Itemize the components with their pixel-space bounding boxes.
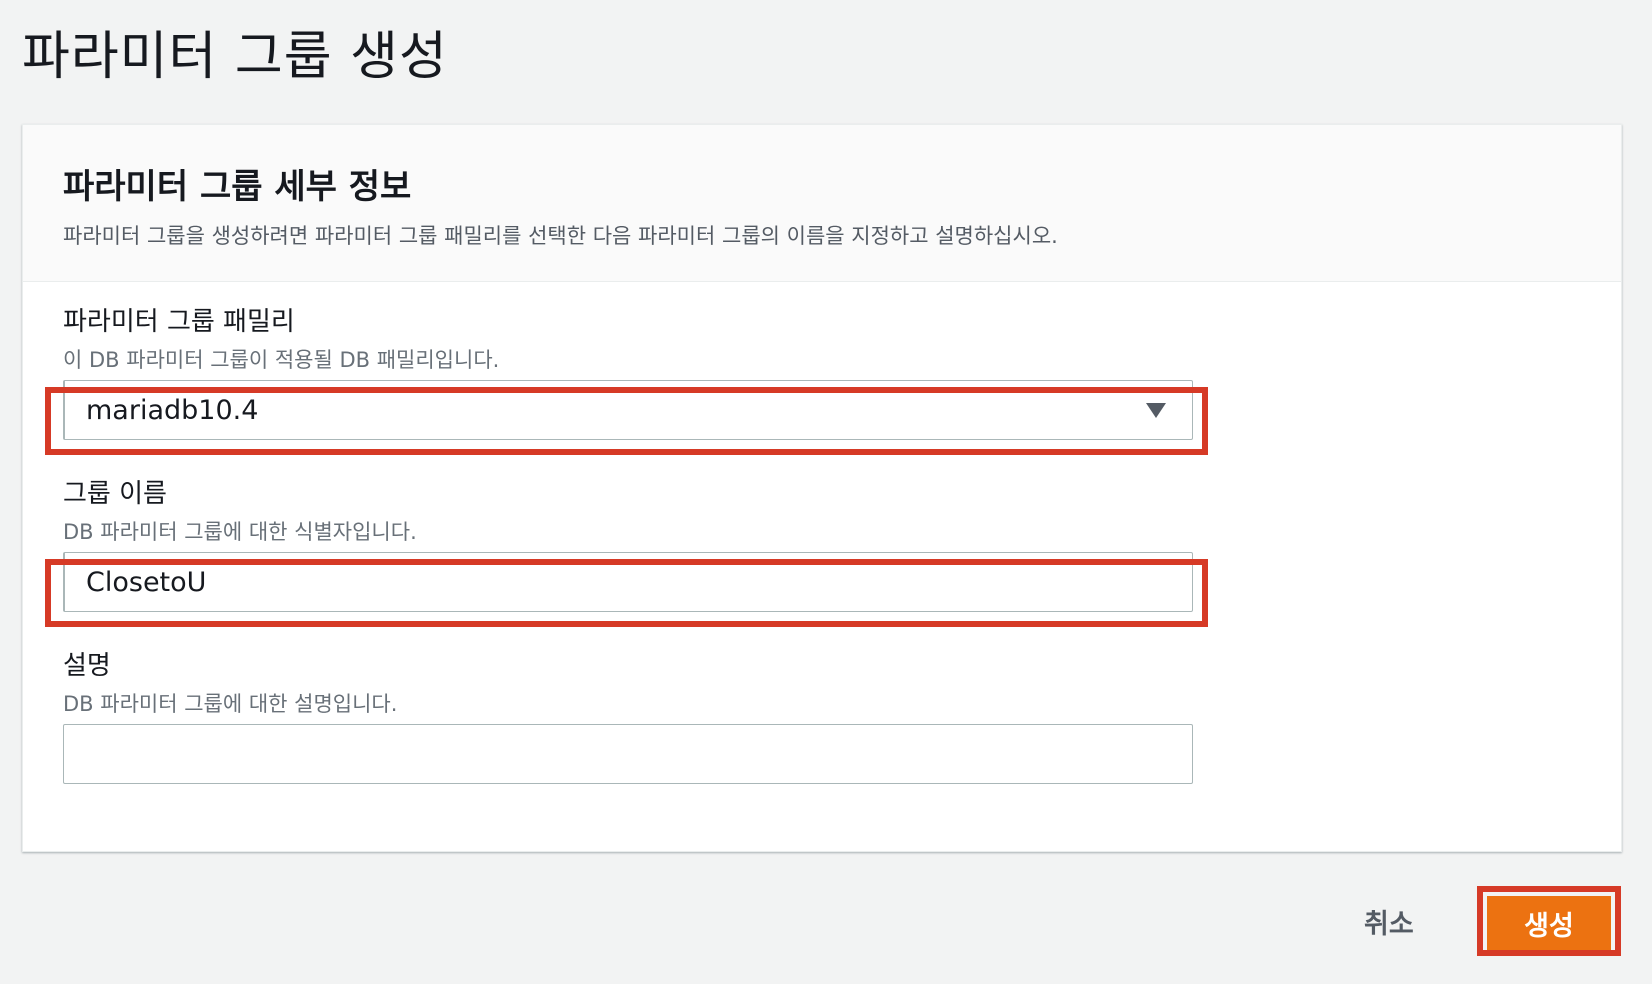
panel-description: 파라미터 그룹을 생성하려면 파라미터 그룹 패밀리를 선택한 다음 파라미터 … [63, 224, 1058, 248]
page: 파라미터 그룹 생성 파라미터 그룹 세부 정보 파라미터 그룹을 생성하려면 … [0, 0, 1652, 984]
cancel-button[interactable]: 취소 [1364, 902, 1414, 941]
panel-header: 파라미터 그룹 세부 정보 파라미터 그룹을 생성하려면 파라미터 그룹 패밀리… [23, 125, 1621, 282]
group-name-value: ClosetoU [86, 566, 207, 598]
create-button[interactable]: 생성 [1487, 896, 1611, 950]
family-field: 파라미터 그룹 패밀리 이 DB 파라미터 그룹이 적용될 DB 패밀리입니다. [63, 301, 499, 374]
description-help: DB 파라미터 그룹에 대한 설명입니다. [63, 692, 398, 716]
page-title: 파라미터 그룹 생성 [22, 27, 448, 87]
family-select-value: mariadb10.4 [86, 394, 259, 426]
panel-title: 파라미터 그룹 세부 정보 [63, 167, 412, 207]
family-help: 이 DB 파라미터 그룹이 적용될 DB 패밀리입니다. [63, 348, 500, 372]
parameter-group-details-panel: 파라미터 그룹 세부 정보 파라미터 그룹을 생성하려면 파라미터 그룹 패밀리… [22, 124, 1622, 852]
description-label: 설명 [63, 651, 111, 681]
caret-down-icon [1146, 403, 1166, 418]
group-name-help: DB 파라미터 그룹에 대한 식별자입니다. [63, 520, 417, 544]
group-name-label: 그룹 이름 [63, 479, 167, 509]
description-input[interactable] [63, 724, 1193, 784]
group-name-input[interactable]: ClosetoU [63, 552, 1193, 612]
family-label: 파라미터 그룹 패밀리 [63, 307, 295, 337]
family-select[interactable]: mariadb10.4 [63, 380, 1193, 440]
group-name-field: 그룹 이름 DB 파라미터 그룹에 대한 식별자입니다. [63, 473, 417, 546]
description-field: 설명 DB 파라미터 그룹에 대한 설명입니다. [63, 645, 397, 718]
